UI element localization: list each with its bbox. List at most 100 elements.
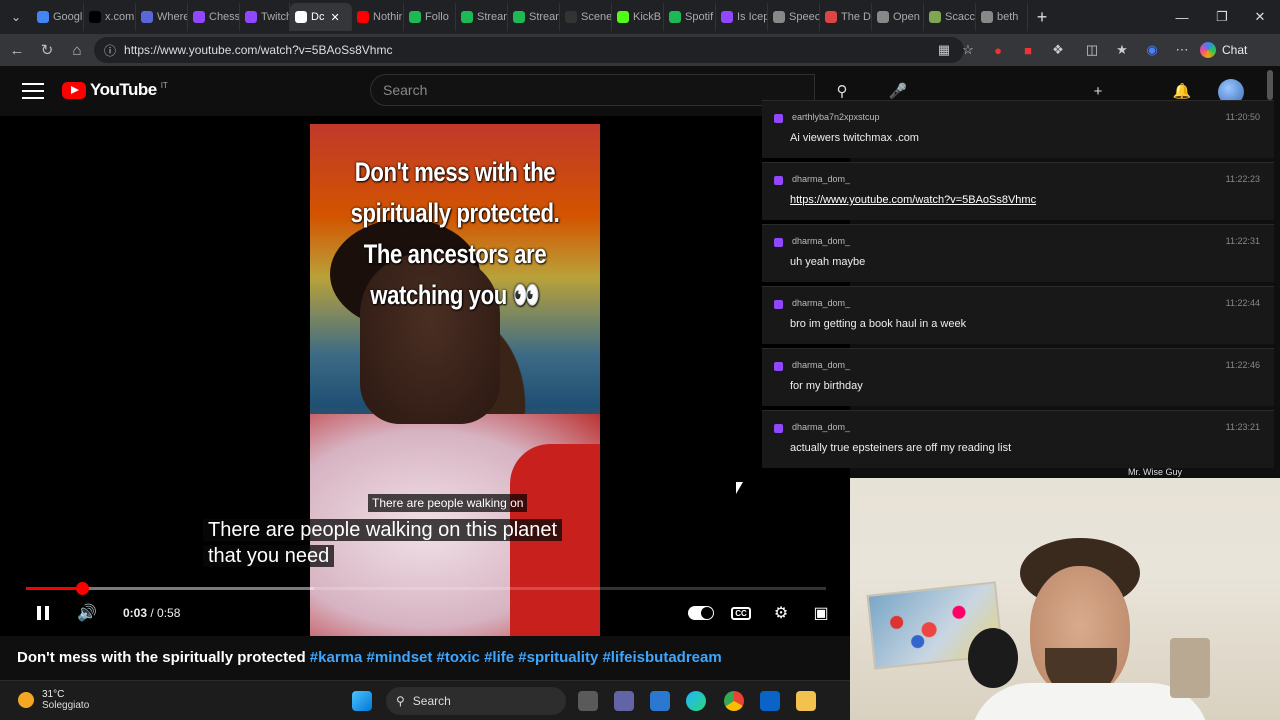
subtitles-cc-button[interactable]: CC xyxy=(728,600,754,626)
chat-username[interactable]: earthlyba7n2xpxstcup xyxy=(792,112,880,122)
browser-tab[interactable]: x.com xyxy=(84,3,136,31)
home-button[interactable]: ⌂ xyxy=(62,35,92,65)
browser-tab[interactable]: beth xyxy=(976,3,1028,31)
apps-icon[interactable]: ▦ xyxy=(934,40,954,60)
search-icon[interactable]: ⚲ xyxy=(831,80,853,102)
copilot-chat-button[interactable]: Chat xyxy=(1200,39,1247,61)
browser-tab[interactable]: Speec xyxy=(768,3,820,31)
copilot-icon xyxy=(1200,42,1216,58)
browser-tab[interactable]: Chess xyxy=(188,3,240,31)
hashtag-link[interactable]: #karma xyxy=(310,649,363,666)
tab-favicon-icon xyxy=(877,11,889,23)
weather-widget[interactable]: 31°C Soleggiato xyxy=(18,689,89,711)
browser-tab[interactable]: Strean xyxy=(456,3,508,31)
browser-tab[interactable]: Follo xyxy=(404,3,456,31)
browser-tab[interactable]: Googl xyxy=(32,3,84,31)
favorites-icon[interactable]: ★ xyxy=(1112,40,1132,60)
volume-icon[interactable]: 🔊 xyxy=(74,600,100,626)
chat-scrollbar[interactable] xyxy=(1266,70,1274,470)
task-view-icon[interactable] xyxy=(578,691,598,711)
browser-tab[interactable]: Open xyxy=(872,3,924,31)
youtube-logo[interactable]: YouTube IT xyxy=(62,80,168,100)
tab-search-menu-icon[interactable]: ⌄ xyxy=(0,0,32,34)
tab-favicon-icon xyxy=(981,11,993,23)
maximize-button[interactable]: ❐ xyxy=(1202,0,1242,34)
twitch-badge-icon xyxy=(774,238,783,247)
browser-tab[interactable]: Is Icep xyxy=(716,3,768,31)
chrome-icon[interactable] xyxy=(724,691,744,711)
address-bar[interactable]: ⓘ https://www.youtube.com/watch?v=5BAoSs… xyxy=(94,37,964,63)
pause-button[interactable] xyxy=(30,600,56,626)
browser-tab[interactable]: Scacc xyxy=(924,3,976,31)
chat-username[interactable]: dharma_dom_ xyxy=(792,422,850,432)
store-icon[interactable] xyxy=(650,691,670,711)
extension-icon[interactable]: ● xyxy=(988,40,1008,60)
chat-timestamp: 11:23:21 xyxy=(1225,422,1260,432)
hamburger-menu-icon[interactable] xyxy=(22,80,44,102)
chat-username[interactable]: dharma_dom_ xyxy=(792,236,850,246)
tab-favicon-icon xyxy=(721,11,733,23)
twitch-badge-icon xyxy=(774,300,783,309)
taskbar-search[interactable]: ⚲ Search xyxy=(386,687,566,715)
windows-start-icon[interactable] xyxy=(352,691,372,711)
browser-tab[interactable]: Twitch xyxy=(240,3,290,31)
back-button[interactable]: ← xyxy=(2,35,32,65)
extensions-puzzle-icon[interactable]: ❖ xyxy=(1048,40,1068,60)
reload-button[interactable]: ↻ xyxy=(32,35,62,65)
tab-label: Open xyxy=(893,11,920,23)
chat-message: dharma_dom_ 11:22:46 for my birthday xyxy=(762,348,1274,406)
hashtag-link[interactable]: #mindset xyxy=(367,649,433,666)
edge-icon[interactable] xyxy=(686,691,706,711)
mouse-cursor xyxy=(736,482,743,494)
chat-overlay: earthlyba7n2xpxstcup 11:20:50 Ai viewers t… xyxy=(762,100,1274,468)
chat-text: uh yeah maybe xyxy=(790,256,866,268)
favorite-star-icon[interactable]: ☆ xyxy=(958,40,978,60)
youtube-play-icon xyxy=(62,81,86,99)
microphone-icon[interactable]: 🎤 xyxy=(887,80,909,102)
tab-favicon-icon xyxy=(141,11,153,23)
scrubber-handle[interactable] xyxy=(76,582,89,595)
chat-username[interactable]: dharma_dom_ xyxy=(792,174,850,184)
tab-label: beth xyxy=(997,11,1019,23)
browser-tab[interactable]: Strean xyxy=(508,3,560,31)
hashtag-link[interactable]: #lifeisbutadream xyxy=(602,649,721,666)
search-input[interactable]: Search xyxy=(370,74,815,106)
fullscreen-icon[interactable]: ▣ xyxy=(808,600,834,626)
tab-favicon-icon xyxy=(617,11,629,23)
browser-tab[interactable]: Dc ✕ xyxy=(290,3,352,31)
more-menu-icon[interactable]: ⋯ xyxy=(1172,40,1192,60)
split-screen-icon[interactable]: ◫ xyxy=(1082,40,1102,60)
browser-tab[interactable]: KickB xyxy=(612,3,664,31)
browser-tab[interactable]: Nothir xyxy=(352,3,404,31)
minimize-button[interactable]: — xyxy=(1162,0,1202,34)
browser-tab[interactable]: Spotif xyxy=(664,3,716,31)
teams-icon[interactable] xyxy=(614,691,634,711)
hashtag-link[interactable]: #toxic xyxy=(437,649,480,666)
settings-gear-icon[interactable]: ⚙ xyxy=(768,600,794,626)
hashtag-link[interactable]: #sprituality xyxy=(518,649,598,666)
site-info-icon[interactable]: ⓘ xyxy=(104,42,116,59)
file-explorer-icon[interactable] xyxy=(796,691,816,711)
tab-close-icon[interactable]: ✕ xyxy=(330,11,339,24)
create-icon[interactable]: + xyxy=(1087,80,1109,102)
hashtag-link[interactable]: #life xyxy=(484,649,514,666)
video-title: Don't mess with the spiritually protecte… xyxy=(17,649,722,666)
outlook-icon[interactable] xyxy=(760,691,780,711)
progress-bar[interactable] xyxy=(26,582,826,595)
chat-link[interactable]: https://www.youtube.com/watch?v=5BAoSs8V… xyxy=(790,194,1036,206)
new-tab-button[interactable]: + xyxy=(1028,7,1056,28)
autoplay-toggle[interactable] xyxy=(688,600,714,626)
browser-tab[interactable]: Where xyxy=(136,3,188,31)
chat-username[interactable]: dharma_dom_ xyxy=(792,298,850,308)
tab-favicon-icon xyxy=(513,11,525,23)
chat-username[interactable]: dharma_dom_ xyxy=(792,360,850,370)
extension-counter-icon[interactable]: ■ xyxy=(1018,40,1038,60)
browser-tab[interactable]: Scene xyxy=(560,3,612,31)
close-window-button[interactable]: ✕ xyxy=(1240,0,1280,34)
profile-icon[interactable]: ◉ xyxy=(1142,40,1162,60)
tab-label: Scacc xyxy=(945,11,975,23)
chat-timestamp: 11:22:23 xyxy=(1225,174,1260,184)
browser-tab[interactable]: The D xyxy=(820,3,872,31)
chat-message: earthlyba7n2xpxstcup 11:20:50 Ai viewers t… xyxy=(762,100,1274,158)
notifications-icon[interactable]: 🔔 xyxy=(1171,80,1193,102)
